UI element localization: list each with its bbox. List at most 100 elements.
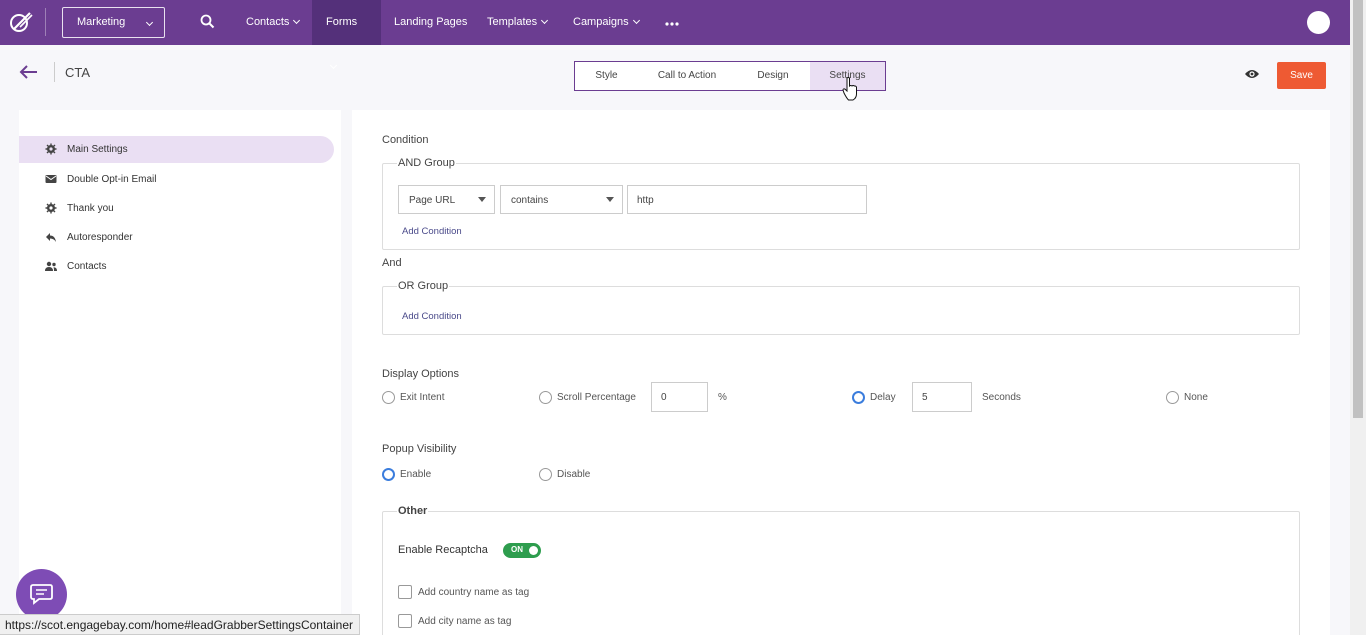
page-title: CTA — [65, 65, 91, 80]
nav-contacts[interactable]: Contacts — [232, 0, 313, 45]
condition-field-select[interactable]: Page URL — [398, 185, 495, 214]
app-switcher-label: Marketing — [77, 16, 126, 28]
enable-visibility-label: Enable — [400, 469, 432, 480]
gear-icon — [45, 143, 57, 155]
sidebar-item-contacts[interactable]: Contacts — [19, 253, 334, 280]
country-tag-checkbox[interactable] — [398, 585, 412, 599]
condition-operator-value: contains — [511, 195, 549, 206]
tab-call-to-action-label: Call to Action — [657, 70, 717, 81]
other-legend: Other — [397, 505, 429, 517]
enable-visibility-radio[interactable] — [382, 468, 395, 481]
chevron-down-icon — [293, 16, 301, 25]
back-arrow-icon[interactable] — [19, 64, 39, 80]
header-divider — [54, 62, 55, 82]
caret-down-icon — [606, 197, 614, 202]
toggle-knob — [529, 546, 538, 555]
and-label: And — [382, 257, 402, 269]
city-tag-checkbox[interactable] — [398, 614, 412, 628]
top-navbar: Marketing Contacts Forms Landing Pages T… — [0, 0, 1350, 70]
delay-label: Delay — [870, 392, 896, 403]
main-settings-panel: Condition AND Group Page URL contains ht… — [352, 110, 1330, 635]
condition-field-value: Page URL — [409, 195, 456, 206]
exit-intent-label: Exit Intent — [400, 392, 445, 403]
scroll-percentage-label: Scroll Percentage — [557, 392, 636, 403]
search-icon[interactable] — [200, 14, 215, 32]
city-tag-label: Add city name as tag — [418, 616, 512, 627]
sidebar-item-thank-you[interactable]: Thank you — [19, 195, 334, 222]
tab-call-to-action[interactable]: Call to Action — [638, 62, 736, 90]
and-group-fieldset: AND Group Page URL contains http Add Con… — [382, 157, 1300, 250]
seconds-label: Seconds — [982, 392, 1021, 403]
nav-campaigns-label: Campaigns — [573, 16, 629, 28]
recaptcha-label: Enable Recaptcha — [398, 544, 488, 556]
nav-forms[interactable]: Forms — [312, 0, 381, 70]
browser-status-bar: https://scot.engagebay.com/home#leadGrab… — [0, 614, 360, 635]
country-tag-label: Add country name as tag — [418, 587, 530, 598]
exit-intent-radio[interactable] — [382, 391, 395, 404]
tab-design[interactable]: Design — [736, 62, 810, 90]
or-group-legend: OR Group — [397, 280, 450, 292]
none-radio[interactable] — [1166, 391, 1179, 404]
envelope-icon — [45, 173, 57, 185]
reply-icon — [45, 231, 57, 243]
sidebar-item-label: Thank you — [67, 203, 114, 214]
condition-operator-select[interactable]: contains — [500, 185, 623, 214]
sidebar-item-label: Contacts — [67, 261, 107, 272]
hand-cursor-icon — [842, 77, 858, 104]
scroll-percentage-input[interactable]: 0 — [651, 382, 708, 412]
recaptcha-toggle[interactable]: ON — [503, 543, 541, 558]
gear-icon — [45, 202, 57, 214]
disable-visibility-label: Disable — [557, 469, 591, 480]
other-fieldset: Other Enable Recaptcha ON Add country na… — [382, 505, 1300, 635]
chevron-down-icon — [541, 16, 549, 25]
preview-eye-icon[interactable] — [1244, 68, 1260, 83]
chat-icon — [30, 584, 53, 605]
nav-templates[interactable]: Templates — [473, 0, 561, 45]
engagebay-logo-icon[interactable] — [8, 9, 34, 35]
caret-down-icon — [478, 197, 486, 202]
chat-launcher-button[interactable] — [16, 569, 67, 620]
none-label: None — [1184, 392, 1208, 403]
percent-sign: % — [718, 392, 727, 403]
add-condition-link[interactable]: Add Condition — [402, 311, 462, 322]
save-button[interactable]: Save — [1277, 62, 1326, 89]
recaptcha-toggle-state: ON — [511, 545, 523, 554]
scrollbar-thumb[interactable] — [1353, 0, 1363, 418]
settings-sidebar: Main Settings Double Opt-in Email Thank … — [19, 110, 341, 635]
delay-seconds-input[interactable]: 5 — [912, 382, 972, 412]
or-group-fieldset: OR Group Add Condition — [382, 280, 1300, 335]
logo-divider — [45, 8, 46, 36]
nav-landing-pages-label: Landing Pages — [394, 16, 468, 28]
chevron-down-icon — [142, 18, 154, 30]
condition-label: Condition — [382, 134, 429, 146]
sidebar-item-label: Double Opt-in Email — [67, 174, 157, 185]
nav-forms-label: Forms — [326, 16, 358, 28]
sidebar-item-double-opt-in-email[interactable]: Double Opt-in Email — [19, 166, 334, 193]
editor-tabs: Style Call to Action Design Settings — [574, 61, 886, 91]
add-condition-link[interactable]: Add Condition — [402, 226, 462, 237]
app-switcher-dropdown[interactable]: Marketing — [62, 7, 165, 38]
nav-campaigns[interactable]: Campaigns — [559, 0, 653, 45]
condition-value-input[interactable]: http — [627, 185, 867, 214]
sidebar-item-autoresponder[interactable]: Autoresponder — [19, 224, 334, 251]
chevron-down-icon — [632, 16, 640, 25]
tab-design-label: Design — [757, 70, 789, 81]
sidebar-item-label: Main Settings — [67, 144, 128, 155]
users-icon — [45, 260, 57, 272]
tab-style[interactable]: Style — [575, 62, 638, 90]
scroll-percentage-radio[interactable] — [539, 391, 552, 404]
sidebar-item-label: Autoresponder — [67, 232, 133, 243]
and-group-legend: AND Group — [397, 157, 456, 169]
user-avatar[interactable] — [1307, 11, 1330, 34]
page-scrollbar[interactable] — [1350, 0, 1366, 635]
disable-visibility-radio[interactable] — [539, 468, 552, 481]
chevron-down-icon — [329, 61, 338, 70]
display-options-label: Display Options — [382, 368, 460, 380]
tab-style-label: Style — [595, 70, 618, 81]
popup-visibility-label: Popup Visibility — [382, 443, 457, 455]
nav-contacts-label: Contacts — [246, 16, 290, 28]
delay-radio[interactable] — [852, 391, 865, 404]
more-horizontal-icon[interactable] — [665, 13, 679, 29]
sidebar-item-main-settings[interactable]: Main Settings — [19, 136, 334, 163]
nav-landing-pages[interactable]: Landing Pages — [380, 0, 481, 45]
